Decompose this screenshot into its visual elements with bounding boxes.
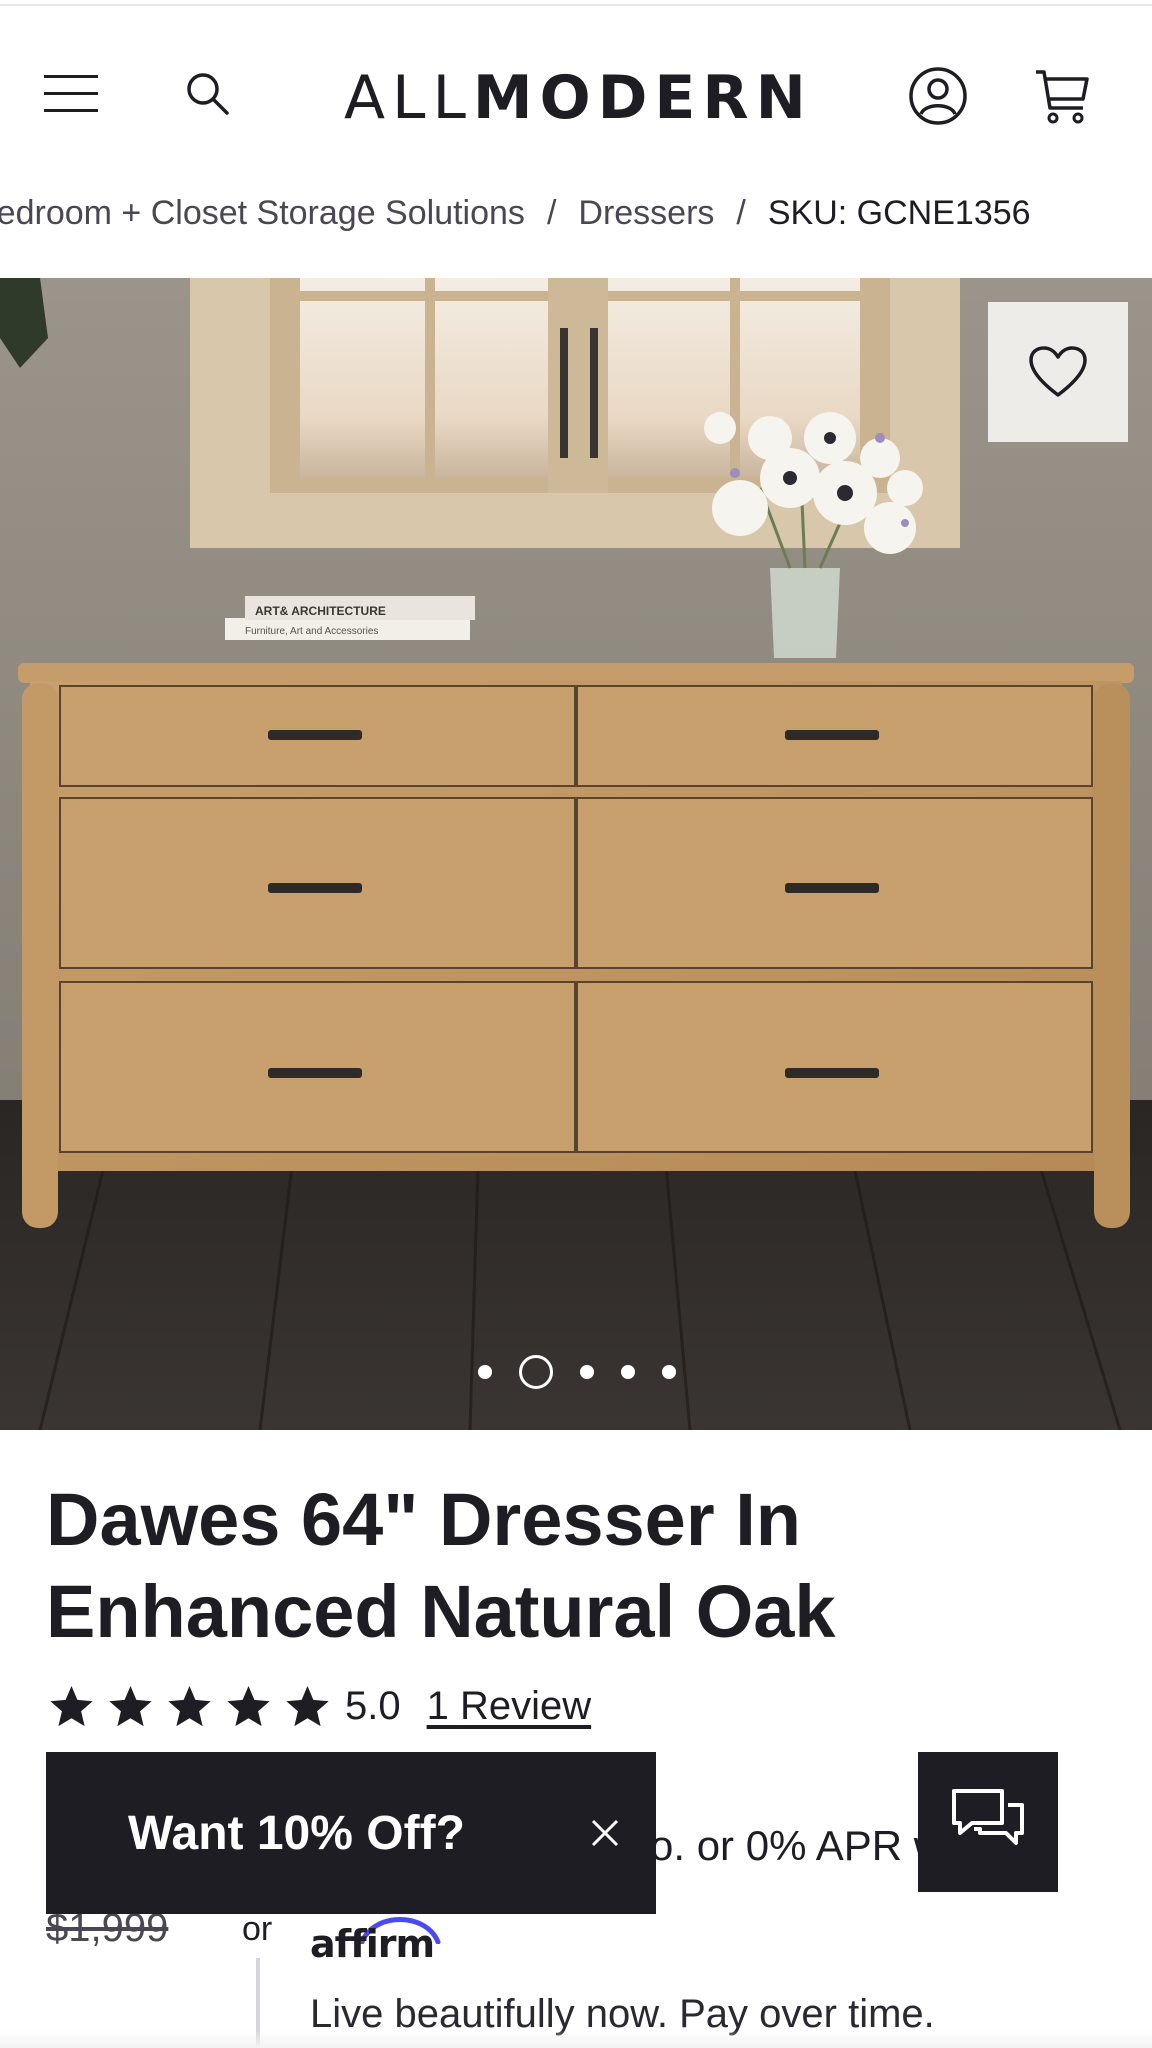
breadcrumb-link-dressers[interactable]: Dressers bbox=[578, 194, 714, 233]
carousel-dot-3[interactable] bbox=[580, 1365, 594, 1379]
allmodern-logo[interactable]: ALL MODERN bbox=[344, 62, 813, 134]
product-photo-dresser: ART& ARCHITECTURE Furniture, Art and Acc… bbox=[0, 278, 1152, 1430]
product-rating: 5.0 1 Review bbox=[48, 1678, 591, 1734]
breadcrumb-sku: SKU: GCNE1356 bbox=[767, 193, 1031, 232]
breadcrumb: Bedroom + Closet Storage Solutions / Dre… bbox=[0, 186, 1152, 240]
menu-button[interactable] bbox=[36, 58, 108, 130]
rating-stars bbox=[48, 1683, 331, 1730]
carousel-dot-2-active[interactable] bbox=[519, 1355, 553, 1389]
rating-value: 5.0 bbox=[345, 1683, 401, 1728]
favorite-button[interactable] bbox=[988, 302, 1128, 442]
logo-text-bold: MODERN bbox=[472, 63, 813, 133]
heart-outline-icon bbox=[1029, 346, 1087, 397]
carousel-dot-5[interactable] bbox=[662, 1365, 676, 1379]
chat-bubbles-icon bbox=[952, 1789, 1024, 1845]
reviews-link[interactable]: 1 Review bbox=[427, 1684, 592, 1729]
carousel-dot-1[interactable] bbox=[478, 1365, 492, 1379]
discount-promo-banner[interactable]: Want 10% Off? bbox=[46, 1752, 656, 1914]
account-button[interactable] bbox=[900, 58, 976, 134]
financing-apr-text: o. or 0% APR w bbox=[650, 1822, 945, 1869]
carousel-dot-4[interactable] bbox=[621, 1365, 635, 1379]
logo-text-light: ALL bbox=[344, 63, 473, 133]
star-filled-icon bbox=[109, 1685, 152, 1726]
promo-close-button[interactable] bbox=[572, 1800, 638, 1866]
bottom-edge bbox=[0, 2030, 1152, 2048]
carousel-pagination bbox=[0, 1352, 1152, 1392]
book-spine-bottom: Furniture, Art and Accessories bbox=[245, 626, 378, 637]
dresser-graphic bbox=[18, 663, 1134, 1228]
product-image-carousel[interactable]: ART& ARCHITECTURE Furniture, Art and Acc… bbox=[0, 278, 1152, 1430]
hamburger-menu-icon bbox=[44, 75, 98, 112]
breadcrumb-separator: / bbox=[546, 193, 557, 232]
affirm-wordmark: affirm bbox=[310, 1922, 435, 1966]
site-header: ALL MODERN bbox=[0, 6, 1152, 174]
affirm-logo: affirm bbox=[310, 1912, 450, 1972]
cart-icon bbox=[1036, 70, 1089, 124]
star-filled-icon bbox=[50, 1685, 93, 1726]
search-icon bbox=[187, 73, 229, 115]
product-title: Dawes 64" Dresser In Enhanced Natural Oa… bbox=[46, 1478, 836, 1653]
chat-button[interactable] bbox=[918, 1752, 1058, 1892]
cart-button[interactable] bbox=[1024, 58, 1100, 134]
breadcrumb-link-bedroom-storage[interactable]: Bedroom + Closet Storage Solutions bbox=[0, 194, 525, 233]
breadcrumb-separator: / bbox=[736, 193, 746, 232]
promo-label: Want 10% Off? bbox=[128, 1806, 465, 1860]
close-icon bbox=[591, 1819, 619, 1847]
star-filled-icon bbox=[168, 1685, 211, 1726]
or-separator: or bbox=[242, 1910, 273, 1948]
search-button[interactable] bbox=[172, 58, 244, 130]
star-filled-icon bbox=[227, 1685, 270, 1726]
account-icon bbox=[909, 67, 967, 125]
book-spine-top: ART& ARCHITECTURE bbox=[255, 604, 386, 618]
star-filled-icon bbox=[286, 1685, 329, 1726]
